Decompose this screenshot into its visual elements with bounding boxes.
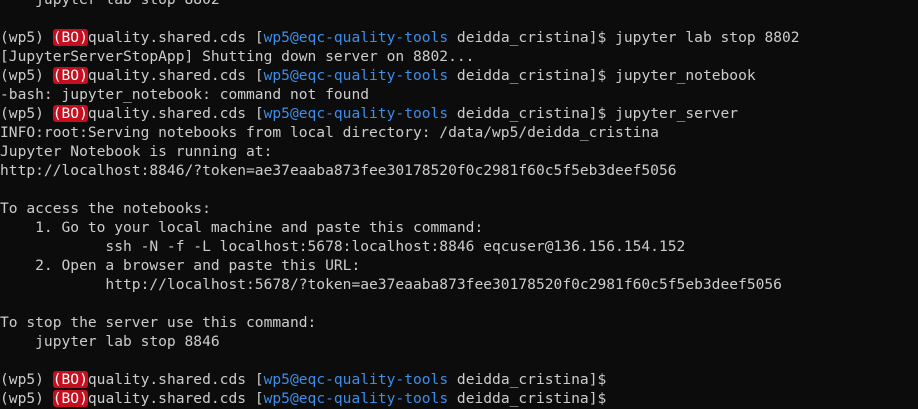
output-line: 2. Open a browser and paste this URL: [0, 257, 361, 274]
prompt-host: quality.shared.cds [87, 371, 255, 388]
prompt-bracket-close: ]$ [588, 371, 607, 388]
command-text: jupyter_server [606, 105, 739, 122]
prompt-env: (wp5) [0, 67, 53, 84]
output-line: To access the notebooks: [0, 200, 211, 217]
prompt-env: (wp5) [0, 371, 53, 388]
output-line: http://localhost:5678/?token=ae37eaaba87… [0, 276, 782, 293]
output-line: jupyter lab stop 8846 [0, 333, 220, 350]
text-cursor [608, 389, 618, 406]
prompt-dir: deidda_cristina [448, 67, 589, 84]
prompt-bracket-open: [ [254, 371, 264, 388]
prompt-bracket-open: [ [254, 105, 264, 122]
prompt-userhost: wp5@eqc-quality-tools [263, 29, 449, 46]
output-line: http://localhost:8846/?token=ae37eaaba87… [0, 162, 677, 179]
prompt-line: (wp5) (BO)quality.shared.cds [wp5@eqc-qu… [0, 104, 918, 123]
prompt-env: (wp5) [0, 29, 53, 46]
prompt-badge: (BO) [52, 390, 88, 407]
output-line: 1. Go to your local machine and paste th… [0, 219, 484, 236]
prompt-bracket-close: ]$ [588, 29, 607, 46]
prompt-bracket-close: ]$ [588, 67, 607, 84]
prompt-badge: (BO) [52, 371, 88, 388]
prompt-env: (wp5) [0, 105, 53, 122]
prompt-userhost: wp5@eqc-quality-tools [263, 390, 449, 407]
prompt-line: (wp5) (BO)quality.shared.cds [wp5@eqc-qu… [0, 28, 918, 47]
prompt-host: quality.shared.cds [87, 29, 255, 46]
prompt-badge: (BO) [52, 67, 88, 84]
prompt-userhost: wp5@eqc-quality-tools [263, 371, 449, 388]
prompt-line: (wp5) (BO)quality.shared.cds [wp5@eqc-qu… [0, 66, 918, 85]
terminal-output[interactable]: jupyter lab stop 8802(wp5) (BO)quality.s… [0, 0, 918, 408]
prompt-userhost: wp5@eqc-quality-tools [263, 67, 449, 84]
prompt-dir: deidda_cristina [448, 105, 589, 122]
prompt-bracket-close: ]$ [588, 390, 607, 407]
output-line: Jupyter Notebook is running at: [0, 143, 273, 160]
command-text: jupyter_notebook [606, 67, 756, 84]
prompt-line: (wp5) (BO)quality.shared.cds [wp5@eqc-qu… [0, 389, 918, 408]
prompt-host: quality.shared.cds [87, 390, 255, 407]
prompt-userhost: wp5@eqc-quality-tools [263, 105, 449, 122]
prompt-bracket-open: [ [254, 29, 264, 46]
output-line: INFO:root:Serving notebooks from local d… [0, 124, 659, 141]
prompt-line: (wp5) (BO)quality.shared.cds [wp5@eqc-qu… [0, 370, 918, 389]
output-line: To stop the server use this command: [0, 314, 317, 331]
output-line: -bash: jupyter_notebook: command not fou… [0, 86, 370, 103]
prompt-bracket-close: ]$ [588, 105, 607, 122]
prompt-host: quality.shared.cds [87, 67, 255, 84]
prompt-badge: (BO) [52, 29, 88, 46]
prompt-host: quality.shared.cds [87, 105, 255, 122]
prompt-dir: deidda_cristina [448, 371, 589, 388]
prompt-dir: deidda_cristina [448, 29, 589, 46]
prompt-bracket-open: [ [254, 390, 264, 407]
prompt-env: (wp5) [0, 390, 53, 407]
prompt-badge: (BO) [52, 105, 88, 122]
prompt-dir: deidda_cristina [448, 390, 589, 407]
output-line: ssh -N -f -L localhost:5678:localhost:88… [0, 238, 686, 255]
output-line: [JupyterServerStopApp] Shutting down ser… [0, 48, 475, 65]
prompt-bracket-open: [ [254, 67, 264, 84]
output-line: jupyter lab stop 8802 [0, 0, 918, 9]
command-text: jupyter lab stop 8802 [606, 29, 800, 46]
